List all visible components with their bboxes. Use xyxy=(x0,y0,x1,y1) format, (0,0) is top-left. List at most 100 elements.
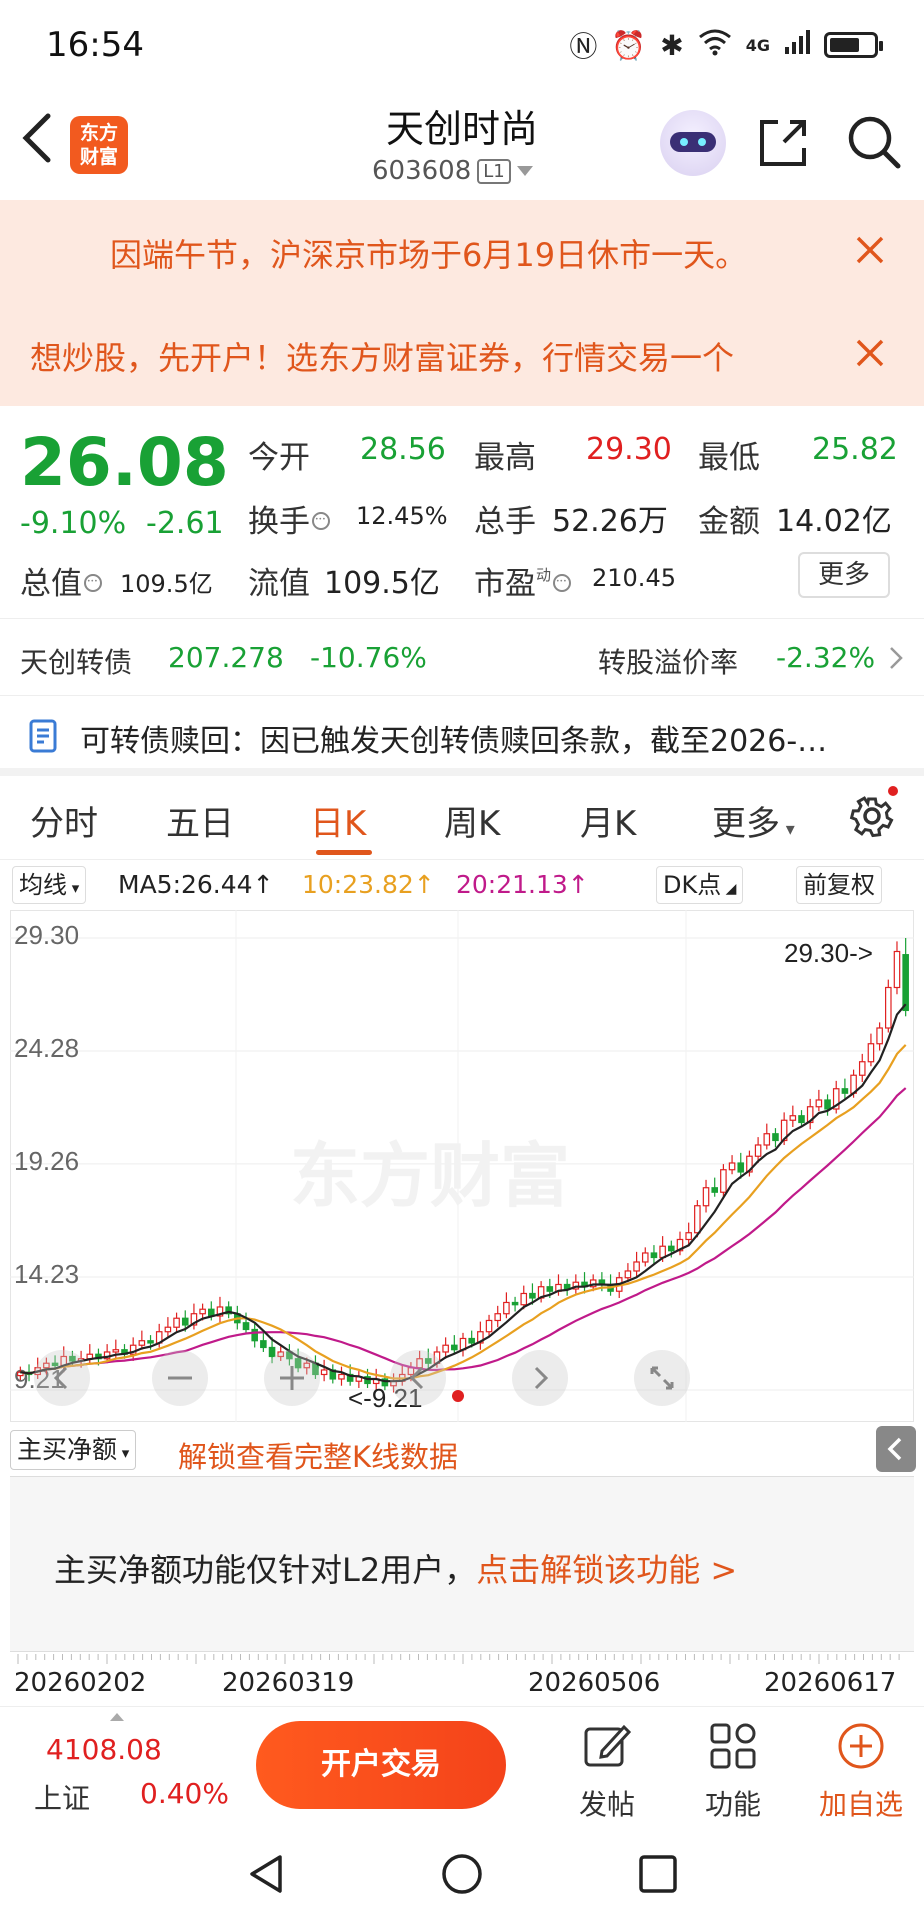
pan-left-icon[interactable] xyxy=(34,1350,90,1406)
tab-intraday[interactable]: 分时 xyxy=(30,796,98,845)
y-tick-label: 29.30 xyxy=(14,920,79,950)
ma-selector[interactable]: 均线 ▾ xyxy=(12,866,87,904)
candle-body xyxy=(485,1319,493,1333)
candle-body xyxy=(737,1162,745,1173)
dk-point-button[interactable]: DK点 ◢ xyxy=(656,866,744,904)
quote-panel: 26.08 -9.10% -2.61 今开 28.56 最高 29.30 最低 … xyxy=(0,406,924,616)
candle-body xyxy=(702,1187,710,1207)
stock-code: 603608 xyxy=(372,156,472,186)
holiday-notice[interactable]: 因端午节，沪深京市场于6月19日休市一天。 xyxy=(0,200,924,303)
mktcap-label: 总值 xyxy=(20,558,102,603)
stock-code-selector[interactable]: 603608 L1 xyxy=(372,156,533,186)
candle-body xyxy=(728,1162,736,1171)
plus-circle-icon xyxy=(838,1723,884,1769)
search-icon[interactable] xyxy=(846,114,902,174)
zoom-in-icon[interactable] xyxy=(264,1350,320,1406)
function-button[interactable]: 功能 xyxy=(678,1721,788,1823)
tab-more[interactable]: 更多 ▾ xyxy=(712,796,795,845)
zoom-out-icon[interactable] xyxy=(152,1350,208,1406)
share-icon[interactable] xyxy=(756,116,810,174)
index-value[interactable]: 4108.08 xyxy=(46,1733,162,1766)
grid-icon xyxy=(710,1723,756,1769)
kline-svg[interactable]: 29.3024.2819.2614.239.21东方财富29.30-><-9.2… xyxy=(10,910,914,1422)
candle-body xyxy=(164,1326,172,1333)
settings-icon[interactable] xyxy=(848,786,898,844)
tab-weekly-k[interactable]: 周K xyxy=(444,796,500,845)
status-bar: 16:54 Ⓝ ⏰ ✱ 4G xyxy=(0,0,924,90)
event-marker-dot xyxy=(452,1390,464,1402)
info-icon xyxy=(84,573,102,592)
more-button[interactable]: 更多 xyxy=(798,552,890,598)
pan-right-icon[interactable] xyxy=(512,1350,568,1406)
post-button[interactable]: 发帖 xyxy=(552,1721,662,1823)
candle-body xyxy=(199,1308,206,1315)
candle-body xyxy=(754,1144,762,1157)
eastmoney-logo[interactable]: 东方 财富 xyxy=(70,116,128,174)
candle-body xyxy=(442,1344,449,1353)
index-percent[interactable]: 0.40% xyxy=(140,1777,229,1810)
open-account-button[interactable]: 开户交易 xyxy=(256,1721,506,1809)
candle-body xyxy=(694,1205,701,1234)
nav-back-icon[interactable] xyxy=(244,1852,288,1896)
date-label: 20260202 xyxy=(14,1668,147,1698)
wifi-icon xyxy=(698,28,732,63)
pan-left-more-icon[interactable] xyxy=(390,1350,446,1406)
network-type: 4G xyxy=(745,35,770,55)
candle-body xyxy=(451,1344,458,1351)
candle-body xyxy=(867,1043,875,1063)
l2-locked-panel: 主买净额功能仅针对L2用户，点击解锁该功能 > xyxy=(10,1476,914,1652)
edit-icon xyxy=(584,1724,632,1767)
open-value: 28.56 xyxy=(360,432,446,467)
premium-label: 转股溢价率 xyxy=(598,646,739,679)
candle-body xyxy=(260,1340,267,1349)
kline-chart[interactable]: 29.3024.2819.2614.239.21东方财富29.30-><-9.2… xyxy=(10,910,914,1422)
nav-recents-icon[interactable] xyxy=(636,1852,680,1896)
add-watchlist-button[interactable]: 加自选 xyxy=(806,1721,916,1823)
date-label: 20260319 xyxy=(222,1668,355,1698)
back-button[interactable] xyxy=(18,110,68,170)
candle-body xyxy=(147,1340,154,1344)
notice-banner: 因端午节，沪深京市场于6月19日休市一天。 想炒股，先开户！选东方财富证券，行情… xyxy=(0,200,924,406)
candle-body xyxy=(893,950,901,989)
active-tab-indicator xyxy=(316,850,372,855)
watermark-text: 东方财富 xyxy=(290,1135,570,1217)
tab-five-day[interactable]: 五日 xyxy=(166,796,234,845)
ma-legend-row: 均线 ▾ MA5:26.44↑ 10:23.82↑ 20:21.13↑ DK点 … xyxy=(0,862,924,906)
system-nav-bar xyxy=(0,1830,924,1920)
collapse-panel-button[interactable] xyxy=(876,1426,916,1472)
candle-body xyxy=(763,1133,771,1146)
convertible-bond-row[interactable]: 天创转债 207.278 -10.76% 转股溢价率 -2.32% xyxy=(0,618,924,696)
ai-assistant-avatar[interactable] xyxy=(660,110,726,176)
volume-value: 52.26万 xyxy=(552,504,668,539)
unlock-feature-link[interactable]: 点击解锁该功能 > xyxy=(476,1551,737,1589)
stock-header: 天创时尚 东方 财富 603608 L1 xyxy=(0,90,924,200)
date-label: 20260617 xyxy=(764,1668,897,1698)
candle-body xyxy=(668,1245,675,1252)
candle-body xyxy=(815,1099,823,1108)
adjust-mode-button[interactable]: 前复权 xyxy=(796,866,882,904)
candle-body xyxy=(711,1187,718,1193)
close-icon[interactable] xyxy=(852,232,888,268)
open-label: 今开 xyxy=(248,440,310,476)
y-tick-label: 24.28 xyxy=(14,1033,79,1063)
pe-label: 市盈动 xyxy=(474,558,572,603)
fullscreen-icon[interactable] xyxy=(634,1350,690,1406)
tab-daily-k[interactable]: 日K xyxy=(310,796,366,845)
nav-home-icon[interactable] xyxy=(440,1852,484,1896)
y-tick-label: 14.23 xyxy=(14,1259,79,1289)
candle-body xyxy=(841,1088,849,1094)
close-icon[interactable] xyxy=(852,335,888,371)
account-promo-notice[interactable]: 想炒股，先开户！选东方财富证券，行情交易一个 xyxy=(0,303,924,406)
candle-body xyxy=(138,1340,146,1346)
chevron-down-icon xyxy=(516,166,533,176)
index-name[interactable]: 上证 xyxy=(34,1777,90,1817)
mktcap-value: 109.5亿 xyxy=(120,570,213,598)
turnover-label: 换手 xyxy=(248,496,330,541)
tab-monthly-k[interactable]: 月K xyxy=(580,796,636,845)
bond-name: 天创转债 xyxy=(20,646,133,679)
news-row[interactable]: 可转债赎回：因已触发天创转债赎回条款，截至2026-… xyxy=(0,696,924,776)
level-badge: L1 xyxy=(477,158,511,184)
unlock-kline-link[interactable]: 解锁查看完整K线数据 xyxy=(178,1434,458,1476)
premium-value: -2.32% xyxy=(776,641,876,674)
indicator-selector[interactable]: 主买净额 ▾ xyxy=(10,1430,137,1470)
